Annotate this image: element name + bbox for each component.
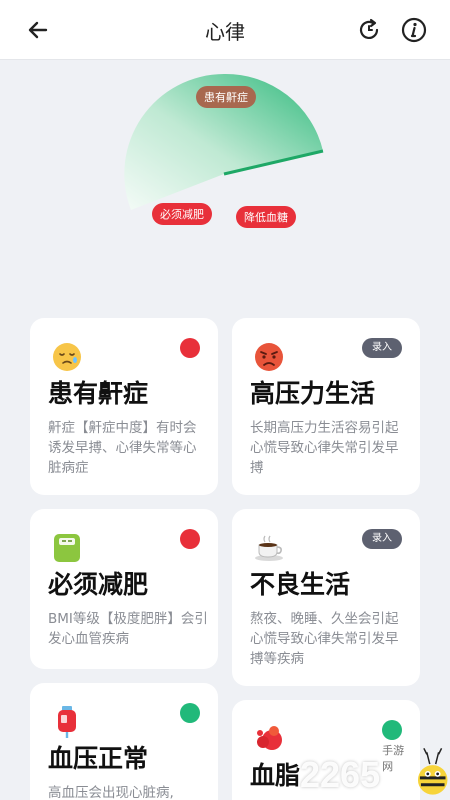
- status-dot-green: [382, 720, 402, 740]
- card-description: 高血压会出现心脏病,: [48, 785, 174, 800]
- angry-face-icon: [255, 343, 283, 371]
- sleepy-face-icon: [53, 343, 81, 371]
- status-dot-green: [180, 703, 200, 723]
- label-snoring: 患有鼾症: [196, 86, 256, 108]
- card-bad-lifestyle[interactable]: 录入 不良生活 熬夜、晚睡、久坐会引起心慌导致心律失常引发早搏等疾病: [232, 509, 420, 686]
- coffee-icon: [255, 535, 283, 561]
- status-dot-red: [180, 338, 200, 358]
- record-badge[interactable]: 录入: [362, 529, 402, 549]
- card-title: 患有鼾症: [48, 379, 149, 408]
- lipid-icon: [257, 726, 282, 750]
- refresh-icon: [359, 18, 379, 39]
- card-title: 高压力生活: [250, 379, 376, 408]
- card-title: 血压正常: [48, 744, 149, 773]
- card-description: 熬夜、晚睡、久坐会引起心慌导致心律失常引发早搏等疾病: [250, 611, 399, 667]
- watermark-site: 手游网: [382, 744, 405, 773]
- record-badge[interactable]: 录入: [362, 338, 402, 358]
- scale-icon: [54, 534, 80, 562]
- card-blood-pressure[interactable]: 血压正常 高血压会出现心脏病,: [30, 683, 218, 800]
- card-description: 长期高压力生活容易引起心慌导致心律失常引发早搏: [250, 420, 399, 476]
- card-title: 不良生活: [250, 570, 351, 599]
- info-button[interactable]: [399, 15, 429, 45]
- info-icon: [401, 17, 427, 43]
- watermark-number: 2265: [300, 754, 381, 795]
- app-header: 心律: [0, 0, 450, 60]
- refresh-button[interactable]: [354, 15, 384, 45]
- card-title: 必须减肥: [48, 570, 149, 599]
- card-description: BMI等级【极度肥胖】会引发心血管疾病: [48, 611, 208, 647]
- label-lose-weight: 必须减肥: [152, 203, 212, 225]
- card-high-pressure[interactable]: 录入 高压力生活 长期高压力生活容易引起心慌导致心律失常引发早搏: [232, 318, 420, 495]
- label-lower-blood-sugar: 降低血糖: [236, 206, 296, 228]
- bee-mascot-icon: [417, 748, 448, 795]
- blood-bag-icon: [58, 706, 76, 738]
- card-snoring[interactable]: 患有鼾症 鼾症【鼾症中度】有时会诱发早搏、心律失常等心脏病症: [30, 318, 218, 495]
- card-title: 血脂: [250, 761, 301, 790]
- watermark: 2265 手游网: [300, 742, 450, 796]
- card-lose-weight[interactable]: 必须减肥 BMI等级【极度肥胖】会引发心血管疾病: [30, 509, 218, 669]
- card-description: 鼾症【鼾症中度】有时会诱发早搏、心律失常等心脏病症: [48, 420, 197, 476]
- risk-sector-chart: 患有鼾症 必须减肥 降低血糖: [100, 70, 350, 250]
- status-dot-red: [180, 529, 200, 549]
